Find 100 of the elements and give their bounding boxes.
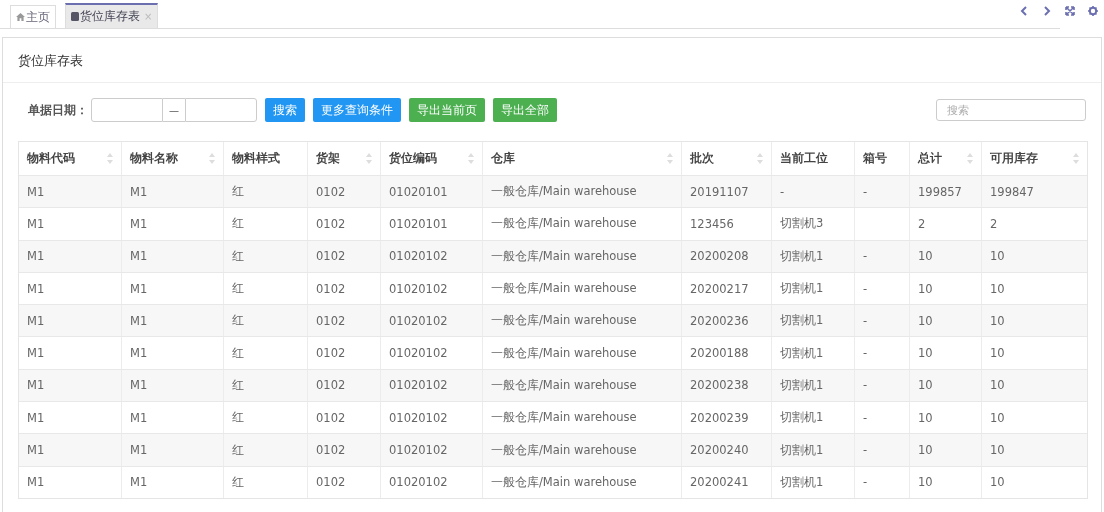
table-cell: 20200217 xyxy=(690,281,749,296)
table-cell: 一般仓库/Main warehouse xyxy=(491,216,637,232)
table-cell: 01020102 xyxy=(389,443,448,457)
panel-title: 货位库存表 xyxy=(18,52,83,70)
sort-icon[interactable] xyxy=(107,153,113,164)
table-cell: 199847 xyxy=(990,184,1034,199)
table-cell: 20191107 xyxy=(690,184,749,199)
table-cell: 红 xyxy=(232,281,244,297)
tab[interactable]: 货位库存表 × xyxy=(65,3,159,28)
table-cell: 红 xyxy=(232,248,244,264)
sort-icon[interactable] xyxy=(366,153,372,164)
table-cell: 红 xyxy=(232,313,244,329)
tab[interactable]: 主页 xyxy=(10,5,56,28)
table-cell: M1 xyxy=(130,346,148,361)
table-cell: 10 xyxy=(990,313,1005,328)
table-cell: M1 xyxy=(27,410,45,425)
table-cell: 一般仓库/Main warehouse xyxy=(491,474,637,490)
table-cell: 红 xyxy=(232,410,244,426)
table-cell: M1 xyxy=(27,346,45,361)
column-header[interactable]: 物料代码 xyxy=(19,142,121,175)
sort-icon[interactable] xyxy=(667,153,673,164)
table-cell: 切割机1 xyxy=(780,248,824,264)
table-cell: 切割机1 xyxy=(780,281,824,297)
table-cell: 10 xyxy=(918,443,933,457)
table-cell: M1 xyxy=(27,249,45,264)
table-cell: M1 xyxy=(27,378,45,393)
table-cell: 20200240 xyxy=(690,443,749,457)
table-cell: 01020101 xyxy=(389,216,448,231)
table-cell: 一般仓库/Main warehouse xyxy=(491,345,637,361)
settings-icon[interactable] xyxy=(1088,6,1098,16)
search-field[interactable]: 搜索 xyxy=(936,99,1086,121)
range-separator: — xyxy=(163,98,185,122)
table-cell: 01020102 xyxy=(389,410,448,425)
table-cell: 0102 xyxy=(316,410,346,425)
table-cell: M1 xyxy=(27,313,45,328)
table-cell: 切割机1 xyxy=(780,410,824,426)
table-cell: 10 xyxy=(990,443,1005,457)
table-cell: M1 xyxy=(130,443,148,457)
table-cell: - xyxy=(863,184,868,199)
table-cell: 10 xyxy=(990,410,1005,425)
table-cell: M1 xyxy=(130,313,148,328)
table-cell: 一般仓库/Main warehouse xyxy=(491,410,637,426)
sort-icon[interactable] xyxy=(1073,153,1079,164)
table-cell: 01020102 xyxy=(389,281,448,296)
table-cell: 10 xyxy=(918,475,933,490)
table-cell: 一般仓库/Main warehouse xyxy=(491,313,637,329)
table-cell: 10 xyxy=(918,313,933,328)
table-cell: 切割机3 xyxy=(780,216,824,232)
table-cell: - xyxy=(863,346,868,361)
table-cell: 20200188 xyxy=(690,346,749,361)
end-date-field[interactable] xyxy=(185,98,257,122)
table-cell: M1 xyxy=(130,410,148,425)
fullscreen-icon[interactable] xyxy=(1065,6,1075,16)
table-cell: 一般仓库/Main warehouse xyxy=(491,377,637,393)
table-cell: 2 xyxy=(990,216,998,231)
chevron-left-icon[interactable] xyxy=(1019,6,1029,16)
table-cell: - xyxy=(863,281,868,296)
table-cell: 切割机1 xyxy=(780,442,824,458)
table-cell: 一般仓库/Main warehouse xyxy=(491,184,637,200)
home-icon xyxy=(16,13,25,21)
table-cell: 红 xyxy=(232,345,244,361)
table-cell: 0102 xyxy=(316,475,346,490)
table-cell: 01020102 xyxy=(389,378,448,393)
table-cell: 10 xyxy=(990,475,1005,490)
table-cell: 10 xyxy=(918,281,933,296)
table-cell: 0102 xyxy=(316,346,346,361)
table-cell: 切割机1 xyxy=(780,313,824,329)
table-cell: 切割机1 xyxy=(780,377,824,393)
table-cell: M1 xyxy=(130,281,148,296)
table-cell: 切割机1 xyxy=(780,474,824,490)
table-cell: - xyxy=(863,410,868,425)
table-cell: - xyxy=(863,313,868,328)
table-cell: 10 xyxy=(990,346,1005,361)
table-cell: M1 xyxy=(130,249,148,264)
table-cell: 123456 xyxy=(690,216,734,231)
table-cell: 10 xyxy=(918,346,933,361)
sort-icon[interactable] xyxy=(468,153,474,164)
sort-icon[interactable] xyxy=(209,153,215,164)
date-label: 单据日期： xyxy=(28,101,88,119)
table-cell: 01020102 xyxy=(389,346,448,361)
table-cell: 红 xyxy=(232,474,244,490)
table-cell: 0102 xyxy=(316,184,346,199)
sort-icon[interactable] xyxy=(757,153,763,164)
table-cell: 10 xyxy=(918,378,933,393)
table-cell: 0102 xyxy=(316,313,346,328)
table-cell: 10 xyxy=(990,249,1005,264)
chevron-right-icon[interactable] xyxy=(1042,6,1052,16)
table-cell: 0102 xyxy=(316,443,346,457)
table-cell: 199857 xyxy=(918,184,962,199)
table-cell: 01020102 xyxy=(389,475,448,490)
table-cell: 0102 xyxy=(316,281,346,296)
start-date-field[interactable] xyxy=(91,98,163,122)
table-cell: 切割机1 xyxy=(780,345,824,361)
table-cell: 01020102 xyxy=(389,313,448,328)
table-cell: 10 xyxy=(918,249,933,264)
table-cell: 20200239 xyxy=(690,410,749,425)
table-cell: 10 xyxy=(990,378,1005,393)
table-cell: M1 xyxy=(27,281,45,296)
table-cell: M1 xyxy=(27,216,45,231)
sort-icon[interactable] xyxy=(967,153,973,164)
